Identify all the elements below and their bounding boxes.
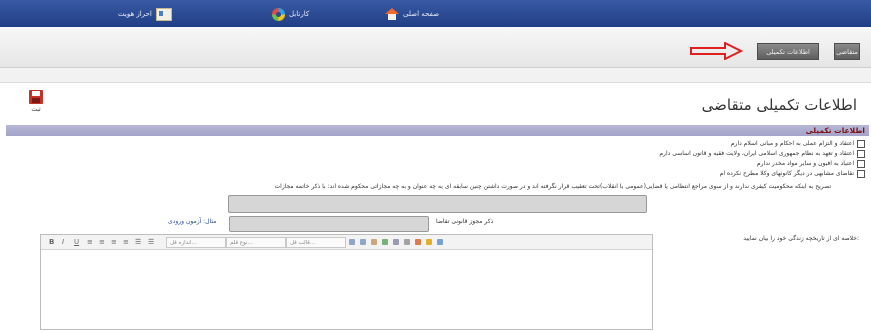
section-title: اطلاعات تکمیلی [805, 126, 865, 135]
checkbox-label: اعتیاد به افیون و سایر مواد مخدر ندارم [756, 160, 854, 167]
font-family-value: نوع قلم... [230, 239, 253, 246]
floppy-disk-icon [29, 90, 43, 104]
save-button[interactable]: ثبت [24, 90, 48, 113]
cartable-icon [272, 7, 285, 21]
tab-extra-info[interactable]: اطلاعات تکمیلی [757, 43, 819, 60]
checkbox[interactable] [857, 139, 865, 148]
checkbox-label: اعتقاد و التزام عملی به احکام و مبانی اس… [730, 140, 854, 147]
checkbox-row: تقاضای مشابهی در دیگر کانونهای وکلا مطرح… [165, 169, 865, 178]
checkbox[interactable] [857, 159, 865, 168]
license-input[interactable] [229, 216, 429, 232]
tab-applicant[interactable]: متقاضی [834, 43, 860, 60]
home-icon [385, 8, 399, 20]
checkbox-label: تقاضای مشابهی در دیگر کانونهای وکلا مطرح… [719, 170, 854, 177]
declaration-checklist: اعتقاد و التزام عملی به احکام و مبانی اس… [165, 139, 865, 179]
font-family-select[interactable]: نوع قلم... [226, 237, 286, 248]
align-left-icon[interactable]: ≡ [87, 238, 93, 246]
nav-auth-label: احراز هویت [118, 10, 152, 18]
nav-auth[interactable]: احراز هویت [118, 7, 172, 21]
unlink-icon[interactable] [404, 239, 410, 245]
example-link[interactable]: مثال: آزمون ورودی [168, 218, 216, 225]
outdent-icon[interactable] [349, 239, 355, 245]
link-icon[interactable] [393, 239, 399, 245]
nav-home-label: صفحه اصلی [403, 10, 440, 18]
section-header: اطلاعات تکمیلی [6, 125, 869, 136]
save-label: ثبت [31, 106, 41, 113]
editor-toolbar: B I U ≡ ≡ ≡ ≡ ☰ ☰ اندازه قل... نوع قلم..… [41, 235, 652, 250]
checkbox-label: اعتقاد و تعهد به نظام جمهوری اسلامی ایرا… [659, 150, 854, 157]
criminal-record-input[interactable] [228, 195, 647, 213]
format-select[interactable]: قالب قل... [286, 237, 346, 248]
bold-button[interactable]: B [49, 238, 54, 246]
biography-label: خلاصه ای از تاریخچه زندگی خود را بیان نم… [743, 235, 859, 242]
font-size-select[interactable]: اندازه قل... [166, 237, 226, 248]
checkbox[interactable] [857, 149, 865, 158]
top-nav-bar: صفحه اصلی کارتابل احراز هویت [0, 0, 871, 27]
align-right-icon[interactable]: ≡ [111, 238, 117, 246]
checkbox-row: اعتقاد و التزام عملی به احکام و مبانی اس… [165, 139, 865, 148]
biography-editor: B I U ≡ ≡ ≡ ≡ ☰ ☰ اندازه قل... نوع قلم..… [40, 234, 653, 330]
nav-home[interactable]: صفحه اصلی [385, 7, 439, 21]
license-label: ذکر مجوز قانونی تقاضا [436, 218, 494, 225]
sub-toolbar [0, 68, 871, 83]
image-icon[interactable] [382, 239, 388, 245]
font-size-value: اندازه قل... [170, 239, 197, 246]
italic-button[interactable]: I [62, 238, 64, 246]
red-arrow-icon [690, 42, 743, 60]
bullet-list-icon[interactable]: ☰ [135, 238, 141, 246]
nav-cartable-label: کارتابل [289, 10, 310, 18]
numbered-list-icon[interactable]: ☰ [148, 238, 154, 246]
biography-textarea[interactable] [41, 250, 652, 329]
underline-button[interactable]: U [74, 238, 79, 246]
indent-icon[interactable] [360, 239, 366, 245]
format-value: قالب قل... [290, 239, 316, 246]
id-card-icon [155, 7, 172, 21]
align-center-icon[interactable]: ≡ [99, 238, 105, 246]
checkbox[interactable] [857, 169, 865, 178]
source-icon[interactable] [437, 239, 443, 245]
criminal-record-label: تصریح به اینکه محکومیت کیفری ندارند و از… [274, 183, 832, 190]
paste-icon[interactable] [371, 239, 377, 245]
checkbox-row: اعتقاد و تعهد به نظام جمهوری اسلامی ایرا… [165, 149, 865, 158]
page-title: اطلاعات تکمیلی متقاضی [701, 96, 857, 114]
undo-icon[interactable] [415, 239, 421, 245]
checkbox-row: اعتیاد به افیون و سایر مواد مخدر ندارم [165, 159, 865, 168]
redo-icon[interactable] [426, 239, 432, 245]
nav-cartable[interactable]: کارتابل [272, 7, 309, 21]
justify-icon[interactable]: ≡ [123, 238, 129, 246]
